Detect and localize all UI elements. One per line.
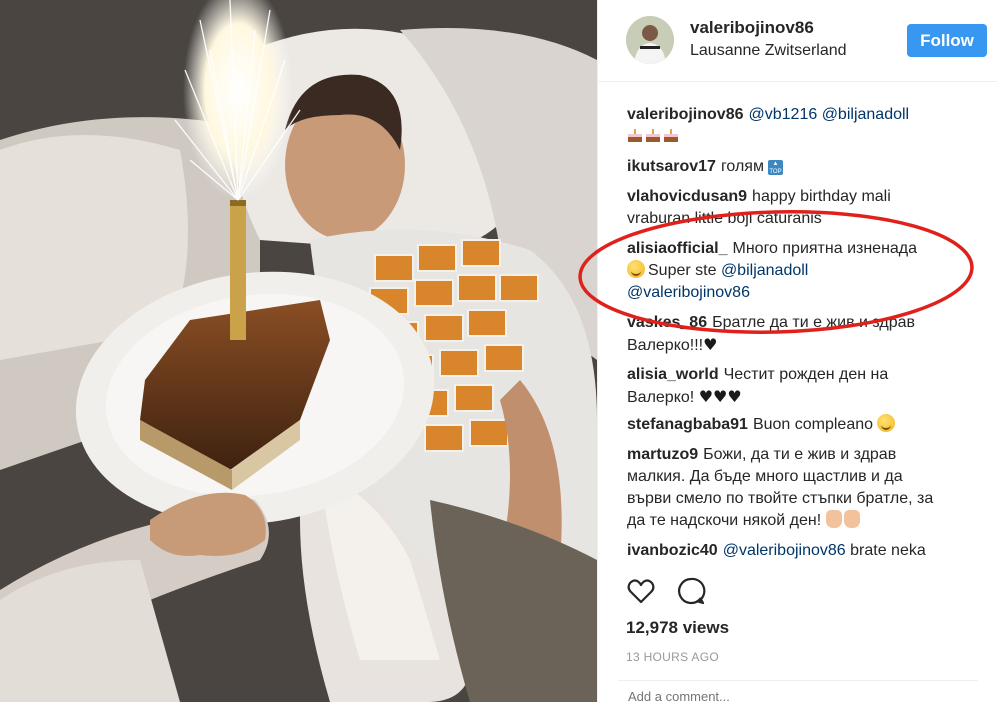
mention-link[interactable]: @valeribojinov86 [723, 542, 846, 559]
photo-illustration [0, 0, 597, 702]
follow-button[interactable]: Follow [907, 24, 987, 57]
comment-text: Валерко! [627, 389, 695, 406]
black-heart-emoji: ♥ [703, 335, 718, 354]
post-sidebar: valeribojinov86 Lausanne Zwitserland Fol… [597, 0, 997, 702]
list-item: ivanbozic40 @valeribojinov86 brate neka [627, 540, 977, 562]
comment-text: голям [720, 158, 764, 175]
comment-username[interactable]: ikutsarov17 [627, 158, 716, 175]
comment-text: Buon compleano [752, 416, 874, 433]
smile-emoji [627, 260, 645, 278]
smile-emoji [877, 414, 896, 432]
comment-username[interactable]: alisiaofficial_ [627, 240, 728, 257]
comment-text: върви смело по твойте стъпки братле, за [627, 490, 934, 507]
mention-link[interactable]: @valeribojinov86 [627, 284, 750, 301]
comment-text: да те надскочи някой ден! [627, 512, 822, 529]
list-item: martuzo9 Божи, да ти е жив и здрав малкия… [627, 444, 977, 532]
post-header: valeribojinov86 Lausanne Zwitserland Fol… [598, 0, 997, 82]
timestamp[interactable]: 13 HOURS AGO [626, 650, 719, 664]
mention-link[interactable]: @biljanadoll [822, 106, 909, 123]
post-photo[interactable] [0, 0, 597, 702]
comment-list: valeribojinov86 @vb1216 @biljanadoll ikut… [598, 96, 997, 562]
view-count[interactable]: 12,978 views [626, 618, 729, 638]
list-item: alisia_world Честит рожден ден на Валерко… [627, 364, 977, 409]
list-item: vlahovicdusan9 happy birthday mali vrabur… [627, 186, 977, 230]
list-item: ikutsarov17 голям ▲ TOP [627, 156, 977, 178]
speech-bubble-icon[interactable] [676, 576, 706, 606]
comment-text: Много приятна изненада [732, 240, 918, 257]
comment-username[interactable]: valeribojinov86 [627, 106, 744, 123]
comment-text: Братле да ти е жив и здрав [712, 314, 916, 331]
list-item: valeribojinov86 @vb1216 @biljanadoll [627, 104, 977, 148]
heart-outline-icon[interactable] [626, 576, 656, 606]
mention-link[interactable]: @biljanadoll [721, 262, 808, 279]
comment-text: Божи, да ти е жив и здрав [703, 446, 897, 463]
black-heart-emoji: ♥♥♥ [698, 387, 742, 406]
comment-username[interactable]: vaskes_86 [627, 314, 707, 331]
cake-emoji [627, 128, 681, 145]
comment-username[interactable]: stefanagbaba91 [627, 416, 748, 433]
list-item: vaskes_86 Братле да ти е жив и здрав Вале… [627, 312, 977, 357]
rock-hand-emoji [825, 510, 842, 528]
avatar[interactable] [626, 16, 674, 64]
avatar-image [626, 16, 674, 64]
comment-text: малкия. Да бъде много щастлив и да [627, 468, 903, 485]
top-emoji: ▲ TOP [767, 160, 783, 175]
comment-text: happy birthday mali [752, 188, 891, 205]
list-item: alisiaofficial_ Много приятна изненада Su… [627, 238, 977, 304]
comment-username[interactable]: vlahovicdusan9 [627, 188, 747, 205]
comment-text: brate neka [850, 542, 926, 559]
mention-link[interactable]: @vb1216 [749, 106, 818, 123]
action-bar [598, 568, 997, 612]
comment-text: Super ste [648, 262, 717, 279]
comment-text: Честит рожден ден на [723, 366, 889, 383]
add-comment-input[interactable] [626, 685, 966, 702]
comment-text: Валерко!!! [627, 337, 704, 354]
fist-emoji [843, 510, 860, 528]
comment-text: vraburan little boji caturanis [627, 210, 822, 227]
post-location[interactable]: Lausanne Zwitserland [690, 42, 847, 60]
comment-username[interactable]: alisia_world [627, 366, 719, 383]
list-item: stefanagbaba91 Buon compleano [627, 414, 977, 436]
post-author-username[interactable]: valeribojinov86 [690, 18, 814, 38]
divider [618, 680, 978, 681]
comment-username[interactable]: ivanbozic40 [627, 542, 718, 559]
comment-username[interactable]: martuzo9 [627, 446, 698, 463]
